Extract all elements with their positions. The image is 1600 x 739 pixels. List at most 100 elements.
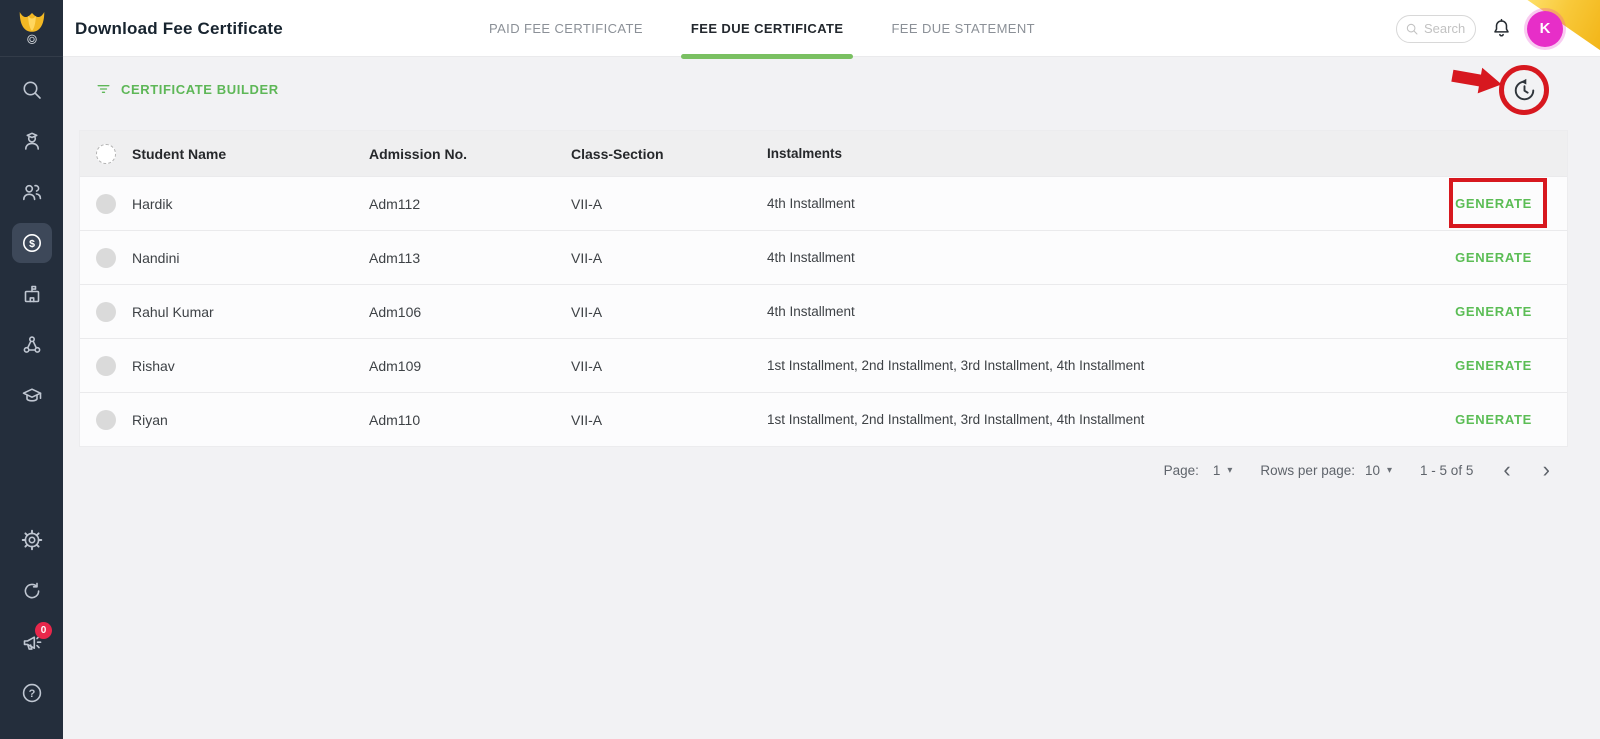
cell-student-name: Hardik [132, 195, 173, 212]
announcement-badge: 0 [35, 622, 52, 639]
tab-label: FEE DUE CERTIFICATE [690, 21, 844, 36]
sidebar-item-community[interactable] [0, 319, 63, 370]
cell-class-section: VII-A [571, 411, 603, 428]
certificate-builder-button[interactable]: CERTIFICATE BUILDER [95, 81, 279, 97]
cell-admission-no: Adm110 [369, 411, 421, 428]
notifications-button[interactable] [1490, 17, 1513, 40]
sidebar-item-fees[interactable]: $ [0, 217, 63, 268]
cell-admission-no: Adm113 [369, 249, 421, 266]
sidebar-nav-top: $ [0, 64, 63, 421]
sidebar-item-school[interactable] [0, 268, 63, 319]
sidebar-item-people[interactable] [0, 166, 63, 217]
next-page-button[interactable]: › [1541, 459, 1552, 481]
sidebar: $ 0 ? [0, 0, 63, 739]
search-box[interactable] [1396, 14, 1476, 43]
cell-instalments: 1st Installment, 2nd Installment, 3rd In… [767, 358, 1145, 373]
row-checkbox[interactable] [96, 301, 116, 322]
sidebar-item-sync[interactable] [0, 565, 63, 616]
cell-class-section: VII-A [571, 303, 603, 320]
sync-icon [24, 582, 39, 598]
row-checkbox[interactable] [96, 355, 116, 376]
generate-button[interactable]: GENERATE [1455, 304, 1532, 319]
generate-button[interactable]: GENERATE [1455, 358, 1532, 373]
sidebar-item-announcements[interactable]: 0 [0, 616, 63, 667]
col-header-admission-no: Admission No. [369, 145, 468, 162]
sidebar-item-academics[interactable] [0, 370, 63, 421]
generate-button[interactable]: GENERATE [1455, 412, 1532, 427]
generate-button[interactable]: GENERATE [1455, 250, 1532, 265]
rows-per-page-label: Rows per page: [1260, 462, 1355, 478]
table-row: Hardik Adm112 VII-A 4th Installment GENE… [80, 176, 1567, 230]
tab-fee-due-certificate[interactable]: FEE DUE CERTIFICATE [667, 0, 868, 59]
certificate-builder-label: CERTIFICATE BUILDER [121, 81, 279, 97]
community-icon [23, 335, 40, 353]
sidebar-item-help[interactable]: ? [0, 667, 63, 718]
cell-admission-no: Adm106 [369, 303, 422, 320]
tab-label: PAID FEE CERTIFICATE [489, 21, 643, 36]
row-checkbox[interactable] [96, 409, 116, 430]
tab-paid-fee-certificate[interactable]: PAID FEE CERTIFICATE [465, 0, 667, 57]
cell-admission-no: Adm109 [369, 357, 422, 374]
cell-student-name: Rahul Kumar [132, 303, 214, 320]
cell-instalments: 1st Installment, 2nd Installment, 3rd In… [767, 412, 1145, 427]
rows-per-page-select[interactable]: 10 ▾ [1365, 463, 1392, 478]
sidebar-item-students[interactable] [0, 115, 63, 166]
chevron-left-icon: ‹ [1503, 457, 1511, 482]
table-row: Nandini Adm113 VII-A 4th Installment GEN… [80, 230, 1567, 284]
page-label: Page: [1163, 462, 1199, 478]
cell-student-name: Nandini [132, 249, 180, 266]
tab-fee-due-statement[interactable]: FEE DUE STATEMENT [867, 0, 1059, 57]
help-icon: ? [22, 683, 41, 702]
chevron-right-icon: › [1542, 457, 1550, 482]
sidebar-item-search[interactable] [0, 64, 63, 115]
col-header-class-section: Class-Section [571, 145, 664, 162]
app-logo[interactable] [0, 0, 63, 57]
search-input[interactable] [1424, 21, 1468, 36]
row-checkbox[interactable] [96, 193, 116, 214]
academics-icon [22, 387, 41, 402]
table-row: Rahul Kumar Adm106 VII-A 4th Installment… [80, 284, 1567, 338]
col-header-instalments: Instalments [767, 146, 843, 161]
cell-class-section: VII-A [571, 249, 603, 266]
svg-text:?: ? [28, 688, 35, 700]
active-tab-underline [680, 54, 854, 59]
sidebar-item-settings[interactable] [0, 514, 63, 565]
sidebar-nav-bottom: 0 ? [0, 514, 63, 718]
bell-icon [1494, 18, 1509, 37]
col-header-student-name: Student Name [132, 145, 227, 162]
filter-icon [97, 85, 110, 93]
tab-bar: PAID FEE CERTIFICATE FEE DUE CERTIFICATE… [465, 0, 1059, 59]
cell-student-name: Rishav [132, 357, 175, 374]
fees-icon: $ [22, 233, 41, 252]
svg-text:$: $ [29, 237, 35, 249]
cell-class-section: VII-A [571, 357, 603, 374]
table-header-row: Student Name Admission No. Class-Section… [80, 131, 1567, 176]
caret-down-icon: ▾ [1227, 464, 1233, 476]
prev-page-button[interactable]: ‹ [1501, 459, 1512, 481]
cell-class-section: VII-A [571, 195, 603, 212]
rows-per-page-value: 10 [1364, 462, 1381, 478]
school-icon [24, 285, 39, 302]
history-button[interactable] [1505, 71, 1543, 109]
generate-button[interactable]: GENERATE [1455, 196, 1532, 211]
annotation-arrow [1451, 67, 1502, 94]
student-icon [24, 132, 39, 150]
tulip-logo-icon [19, 11, 44, 45]
settings-icon [21, 529, 42, 550]
fee-due-table: Student Name Admission No. Class-Section… [79, 130, 1568, 447]
select-all-checkbox[interactable] [96, 143, 116, 164]
row-checkbox[interactable] [96, 247, 116, 268]
pagination: Page: 1 ▾ Rows per page: 10 ▾ 1 - 5 of 5… [1164, 452, 1552, 488]
cell-instalments: 4th Installment [767, 304, 855, 319]
history-icon [1514, 78, 1534, 100]
avatar[interactable]: K [1527, 10, 1563, 47]
range-text: 1 - 5 of 5 [1420, 462, 1474, 478]
cell-student-name: Riyan [132, 411, 168, 428]
cell-instalments: 4th Installment [767, 196, 855, 211]
cell-instalments: 4th Installment [767, 250, 855, 265]
active-item-highlight: $ [11, 222, 52, 263]
search-icon [1406, 23, 1418, 34]
table-row: Rishav Adm109 VII-A 1st Installment, 2nd… [80, 338, 1567, 392]
rows-per-page-group: Rows per page: 10 ▾ [1260, 463, 1392, 478]
page-select[interactable]: 1 ▾ [1213, 463, 1233, 478]
